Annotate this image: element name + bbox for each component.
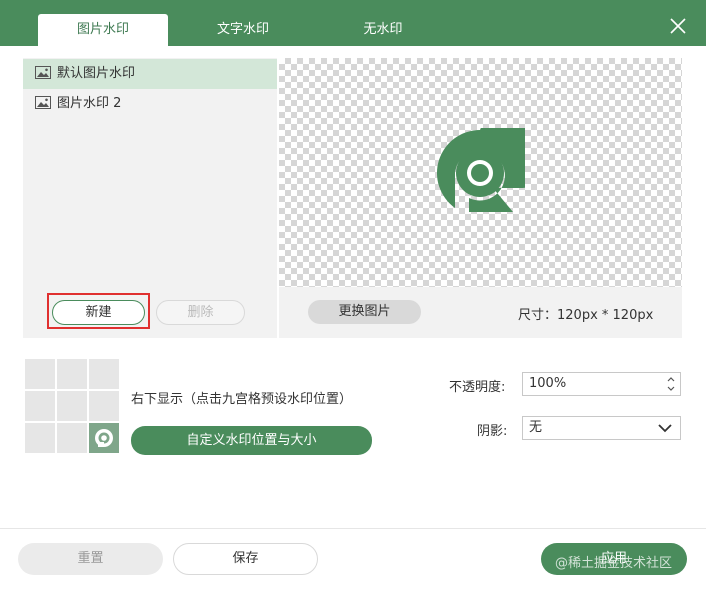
close-icon[interactable] <box>668 16 688 36</box>
overlay-watermark-text: @稀土掘金技术社区 <box>555 556 673 571</box>
image-icon <box>35 96 57 111</box>
tab-no-watermark[interactable]: 无水印 <box>318 14 448 46</box>
grid-cell-top-left[interactable] <box>25 359 55 389</box>
footer-divider <box>0 528 706 529</box>
list-item[interactable]: 默认图片水印 <box>23 59 277 89</box>
image-icon <box>35 66 57 81</box>
tab-text-watermark[interactable]: 文字水印 <box>178 14 308 46</box>
size-label: 尺寸：120px * 120px <box>518 308 654 323</box>
position-description: 右下显示（点击九宫格预设水印位置） <box>131 392 353 407</box>
custom-position-button[interactable]: 自定义水印位置与大小 <box>131 426 372 455</box>
list-item-label: 图片水印 2 <box>57 96 122 111</box>
grid-cell-top-right[interactable] <box>89 359 119 389</box>
list-item-label: 默认图片水印 <box>57 66 136 81</box>
grid-cell-middle-right[interactable] <box>89 391 119 421</box>
replace-image-button[interactable]: 更换图片 <box>308 300 421 324</box>
grid-cell-bottom-center[interactable] <box>57 423 87 453</box>
shadow-label: 阴影: <box>477 424 508 439</box>
opacity-label: 不透明度: <box>449 380 506 395</box>
grid-cell-middle-left[interactable] <box>25 391 55 421</box>
watermark-logo <box>435 102 564 218</box>
mini-logo-icon <box>95 429 113 447</box>
grid-cell-bottom-right[interactable] <box>89 423 119 453</box>
chevron-down-icon <box>658 420 672 444</box>
grid-cell-middle-center[interactable] <box>57 391 87 421</box>
shadow-select[interactable]: 无 <box>522 416 681 440</box>
opacity-stepper[interactable]: 100% <box>522 372 681 396</box>
grid-cell-bottom-left[interactable] <box>25 423 55 453</box>
opacity-value: 100% <box>529 376 567 391</box>
reset-button[interactable]: 重置 <box>18 543 163 575</box>
grid-cell-top-center[interactable] <box>57 359 87 389</box>
shadow-value: 无 <box>529 420 543 435</box>
new-button[interactable]: 新建 <box>52 300 145 325</box>
delete-button[interactable]: 删除 <box>156 300 245 325</box>
list-item[interactable]: 图片水印 2 <box>23 89 277 119</box>
stepper-arrows-icon[interactable] <box>666 374 676 402</box>
save-button[interactable]: 保存 <box>173 543 318 575</box>
tab-image-watermark[interactable]: 图片水印 <box>38 14 168 46</box>
